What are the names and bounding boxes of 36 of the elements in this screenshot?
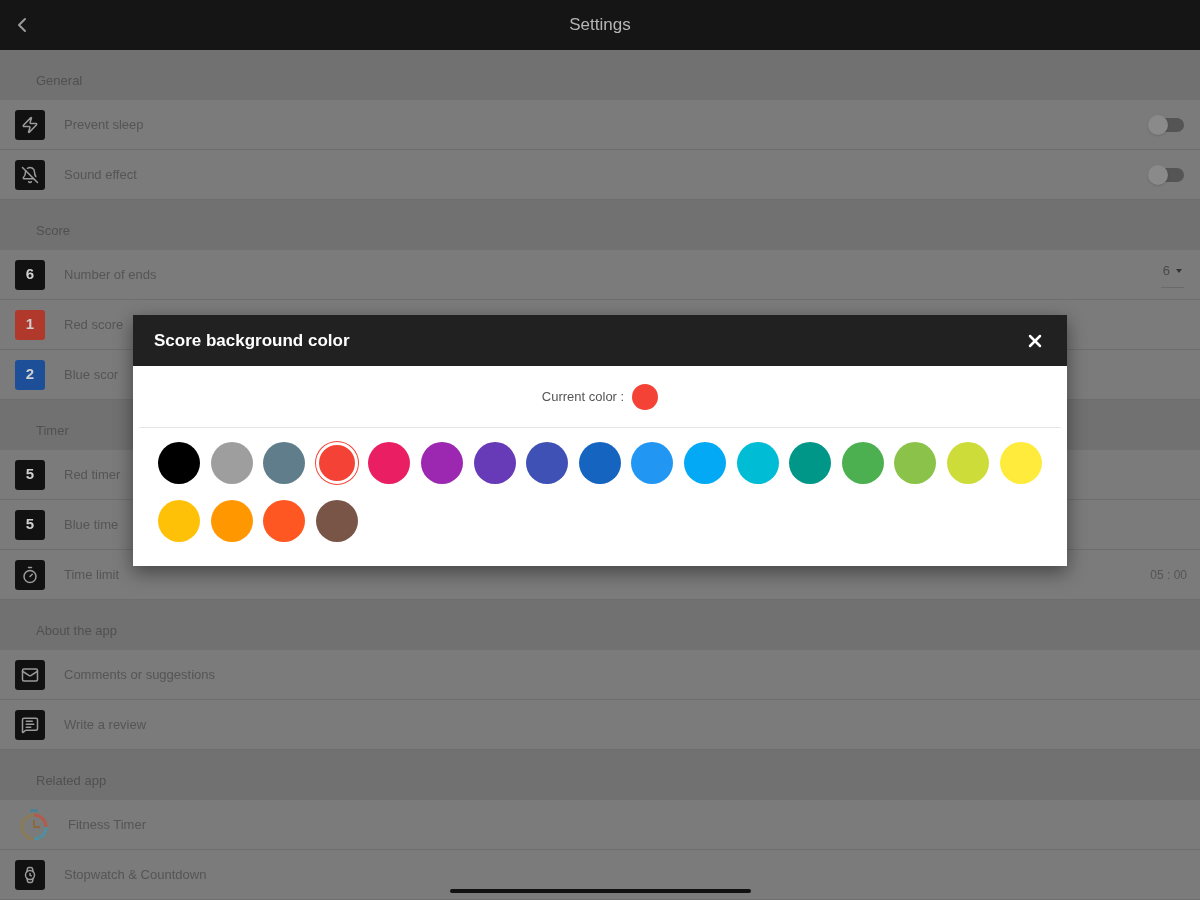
color-swatch[interactable] xyxy=(158,500,200,542)
color-swatch[interactable] xyxy=(158,442,200,484)
color-swatch[interactable] xyxy=(263,500,306,542)
dialog-title: Score background color xyxy=(154,329,350,352)
number-badge: 2 xyxy=(15,359,45,390)
number-badge: 6 xyxy=(15,259,45,290)
color-swatch[interactable] xyxy=(999,442,1042,484)
caret-icon xyxy=(1176,269,1182,273)
number-badge: 5 xyxy=(15,509,45,540)
color-swatch[interactable] xyxy=(789,442,832,484)
color-swatch[interactable] xyxy=(894,442,937,484)
color-swatch[interactable] xyxy=(315,442,358,484)
color-swatch[interactable] xyxy=(368,442,411,484)
color-swatch[interactable] xyxy=(683,442,726,484)
color-swatch[interactable] xyxy=(315,500,358,542)
number-badge: 5 xyxy=(15,459,45,490)
toggle-switch[interactable] xyxy=(1150,117,1184,132)
current-color-label: Current color : xyxy=(541,387,625,406)
bell-off-icon xyxy=(15,159,45,190)
number-badge: 1 xyxy=(15,309,45,340)
color-swatch[interactable] xyxy=(210,500,253,542)
lightning-icon xyxy=(15,109,45,140)
color-swatch[interactable] xyxy=(473,442,516,484)
speech-bubble-icon xyxy=(15,709,45,740)
color-swatch[interactable] xyxy=(420,442,463,484)
color-swatch[interactable] xyxy=(526,442,569,484)
page-title: Settings xyxy=(569,14,631,37)
color-swatch[interactable] xyxy=(210,442,253,484)
color-swatch[interactable] xyxy=(841,442,884,484)
color-swatch[interactable] xyxy=(263,442,306,484)
color-swatch[interactable] xyxy=(736,442,779,484)
color-swatch[interactable] xyxy=(578,442,621,484)
color-swatch[interactable] xyxy=(946,442,989,484)
toggle-switch[interactable] xyxy=(1150,167,1184,182)
color-swatch[interactable] xyxy=(631,442,674,484)
mail-icon xyxy=(15,659,45,690)
